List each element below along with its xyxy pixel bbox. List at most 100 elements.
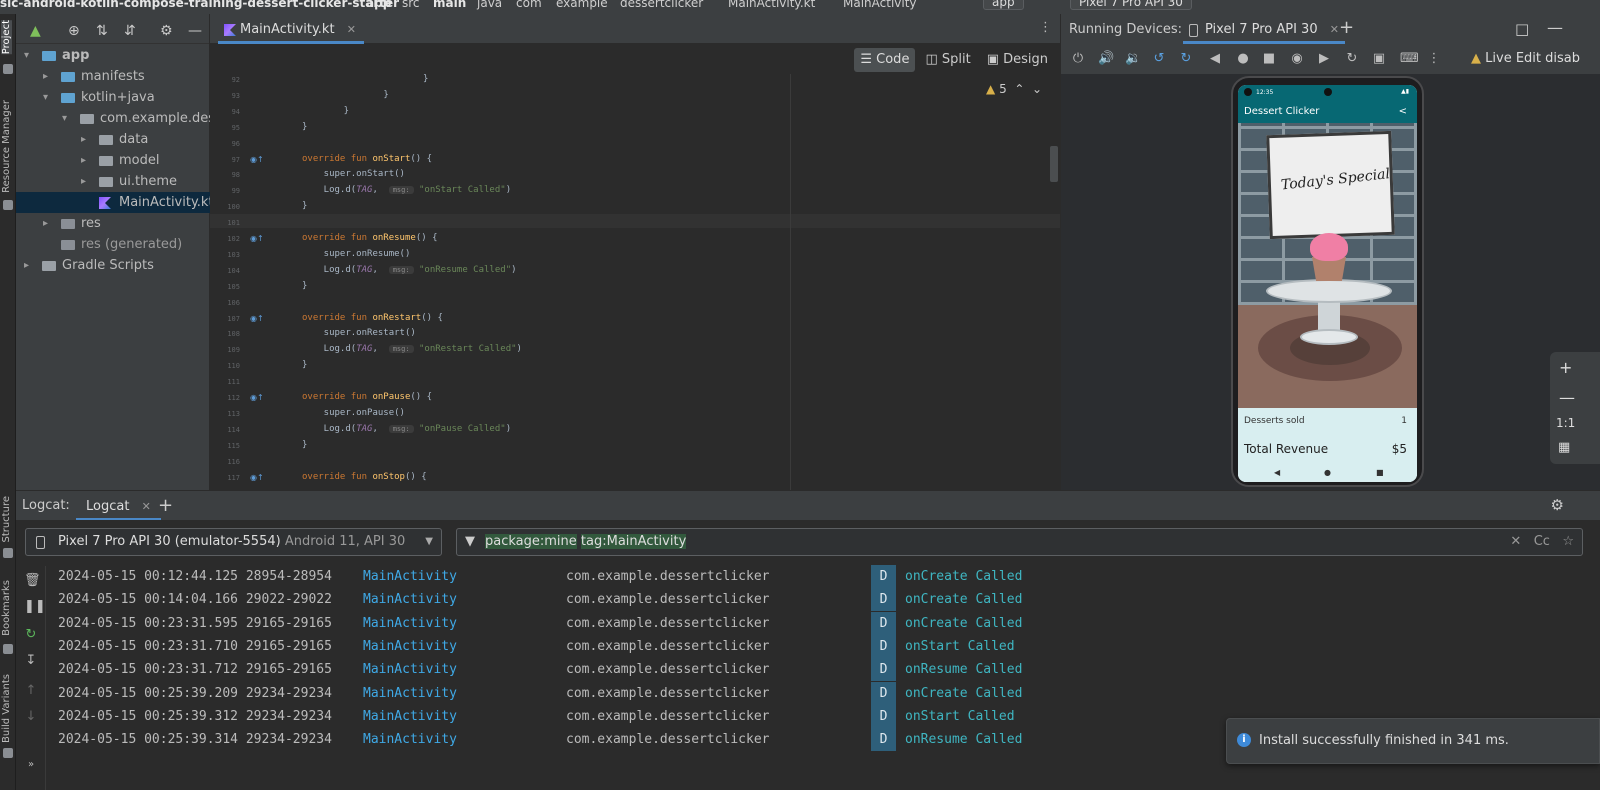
- device-tab[interactable]: Pixel 7 Pro API 30 ✕: [1183, 18, 1345, 44]
- pause-icon[interactable]: ❚❚: [24, 600, 46, 614]
- project-tool-button[interactable]: Project: [1, 20, 12, 55]
- more-icon[interactable]: ⋮: [1427, 52, 1441, 66]
- arrow-down-icon[interactable]: ↓: [24, 710, 38, 724]
- breadcrumb-project[interactable]: sic-android-kotlin-compose-training-dess…: [0, 0, 399, 9]
- run-config-selector[interactable]: app: [983, 0, 1024, 10]
- breadcrumb-main[interactable]: main: [433, 0, 466, 9]
- resource-manager-tool-button[interactable]: Resource Manager: [1, 100, 12, 193]
- home-icon[interactable]: ●: [1236, 52, 1250, 66]
- override-marker-icon[interactable]: ◉↑: [250, 314, 264, 323]
- breadcrumb-src[interactable]: src: [402, 0, 420, 9]
- nav-home-icon[interactable]: ●: [1324, 468, 1331, 477]
- gear-icon[interactable]: ⚙: [160, 23, 173, 39]
- chevron-right-icon[interactable]: ▸: [24, 255, 29, 276]
- tree-item[interactable]: ▾ kotlin+java: [16, 87, 210, 108]
- keyboard-icon[interactable]: ⌨: [1400, 52, 1419, 66]
- breadcrumb-java[interactable]: java: [477, 0, 502, 9]
- add-logcat-tab-icon[interactable]: +: [158, 495, 173, 516]
- chevron-down-icon[interactable]: ▾: [43, 87, 48, 108]
- close-icon[interactable]: ✕: [142, 500, 151, 513]
- zoom-in-icon[interactable]: +: [1559, 358, 1572, 377]
- more-tools-icon[interactable]: »: [24, 758, 38, 772]
- tree-item[interactable]: ▾ com.example.desse: [16, 108, 230, 129]
- logcat-tab[interactable]: Logcat ✕: [76, 495, 161, 521]
- editor-tab-mainactivity[interactable]: MainActivity.kt ✕: [218, 18, 364, 44]
- add-device-icon[interactable]: +: [1339, 17, 1354, 38]
- warnings-indicator[interactable]: ▲ 5 ⌃ ⌄: [986, 82, 1042, 96]
- nav-back-icon[interactable]: ◀: [1274, 468, 1280, 477]
- override-marker-icon[interactable]: ◉↑: [250, 393, 264, 402]
- clear-filter-icon[interactable]: ✕: [1510, 534, 1521, 549]
- logcat-device-select[interactable]: Pixel 7 Pro API 30 (emulator-5554) Andro…: [25, 528, 442, 556]
- log-row[interactable]: 2024-05-15 00:23:31.595 29165-29165 MainA…: [46, 611, 1600, 635]
- design-mode-button[interactable]: ▣ Design: [981, 48, 1054, 72]
- arrow-up-icon[interactable]: ↑: [24, 684, 38, 698]
- tree-item[interactable]: res (generated): [16, 234, 210, 255]
- android-icon[interactable]: ▲: [30, 23, 41, 39]
- close-icon[interactable]: ✕: [1330, 23, 1339, 36]
- override-marker-icon[interactable]: ◉↑: [250, 234, 264, 243]
- log-row[interactable]: 2024-05-15 00:23:31.712 29165-29165 MainA…: [46, 658, 1600, 682]
- tree-item[interactable]: ▸ model: [16, 150, 210, 171]
- override-marker-icon[interactable]: ◉↑: [250, 473, 264, 482]
- nav-overview-icon[interactable]: ■: [1376, 468, 1384, 477]
- expand-all-icon[interactable]: ⇅: [96, 23, 108, 39]
- breadcrumb-class[interactable]: MainActivity: [843, 0, 917, 9]
- cupcake-frosting[interactable]: [1310, 233, 1348, 261]
- log-row[interactable]: 2024-05-15 00:25:39.209 29234-29234 MainA…: [46, 681, 1600, 705]
- breadcrumb-file[interactable]: MainActivity.kt: [728, 0, 815, 9]
- fold-icon[interactable]: ▣: [1372, 52, 1386, 66]
- chevron-up-icon[interactable]: ⌃: [1014, 82, 1024, 96]
- override-marker-icon[interactable]: ◉↑: [250, 155, 264, 164]
- tree-item[interactable]: ▸ manifests: [16, 66, 210, 87]
- tree-item[interactable]: MainActivity.kt: [16, 192, 214, 213]
- chevron-down-icon[interactable]: ▾: [62, 108, 67, 129]
- chevron-right-icon[interactable]: ▸: [43, 66, 48, 87]
- back-icon[interactable]: ◀: [1208, 52, 1222, 66]
- phone-screen[interactable]: 12:35 ▲▮ Dessert Clicker < Today's Speci…: [1238, 85, 1417, 482]
- match-case-button[interactable]: Cc: [1534, 534, 1550, 549]
- structure-tool-button[interactable]: Structure: [1, 496, 12, 543]
- chevron-right-icon[interactable]: ▸: [81, 129, 86, 150]
- close-icon[interactable]: ✕: [347, 23, 356, 36]
- camera-icon[interactable]: ◉: [1290, 52, 1304, 66]
- volume-down-icon[interactable]: 🔉: [1125, 52, 1141, 66]
- log-row[interactable]: 2024-05-15 00:14:04.166 29022-29022 MainA…: [46, 588, 1600, 612]
- power-icon[interactable]: ⏻: [1071, 52, 1085, 66]
- volume-up-icon[interactable]: 🔊: [1098, 52, 1114, 66]
- tree-item[interactable]: ▾ app: [16, 45, 210, 66]
- favorite-icon[interactable]: ☆: [1562, 534, 1574, 549]
- editor-scrollbar[interactable]: [1050, 146, 1058, 182]
- logcat-filter-input[interactable]: ▼ package:mine tag:MainActivity ✕ Cc ☆: [456, 528, 1583, 556]
- breadcrumb-dessertclicker[interactable]: dessertclicker: [620, 0, 703, 9]
- code-editor[interactable]: ☰ Code ◫ Split ▣ Design ▲ 5 ⌃ ⌄ 92 } 93 }…: [210, 44, 1060, 490]
- tree-item[interactable]: ▸ res: [16, 213, 210, 234]
- minimize-icon[interactable]: —: [1547, 18, 1563, 37]
- tree-item[interactable]: ▸ data: [16, 129, 210, 150]
- trash-icon[interactable]: 🗑: [24, 574, 41, 588]
- more-icon[interactable]: ⋮: [1039, 20, 1052, 35]
- chevron-down-icon[interactable]: ⌄: [1032, 82, 1042, 96]
- tree-item[interactable]: ▸ Gradle Scripts: [16, 255, 210, 276]
- locate-icon[interactable]: ⊕: [68, 23, 80, 39]
- chevron-right-icon[interactable]: ▸: [81, 171, 86, 192]
- install-notification[interactable]: i Install successfully finished in 341 m…: [1226, 718, 1600, 764]
- device-selector[interactable]: Pixel 7 Pro API 30: [1070, 0, 1192, 10]
- collapse-all-icon[interactable]: ⇵: [124, 23, 136, 39]
- window-icon[interactable]: □: [1515, 20, 1529, 38]
- record-icon[interactable]: ▶: [1317, 52, 1331, 66]
- share-icon[interactable]: <: [1399, 101, 1407, 123]
- split-mode-button[interactable]: ◫ Split: [919, 48, 976, 72]
- snapshot-icon[interactable]: ↻: [1345, 52, 1359, 66]
- restart-icon[interactable]: ↻: [24, 628, 38, 642]
- breadcrumb-example[interactable]: example: [556, 0, 608, 9]
- build-variants-tool-button[interactable]: Build Variants: [1, 674, 12, 743]
- log-row[interactable]: 2024-05-15 00:23:31.710 29165-29165 MainA…: [46, 634, 1600, 658]
- fit-screen-icon[interactable]: ▦: [1558, 440, 1570, 455]
- rotate-left-icon[interactable]: ↺: [1152, 52, 1166, 66]
- zoom-actual-size[interactable]: 1:1: [1556, 416, 1575, 430]
- filter-icon[interactable]: ▼: [465, 529, 475, 555]
- chevron-right-icon[interactable]: ▸: [43, 213, 48, 234]
- log-row[interactable]: 2024-05-15 00:12:44.125 28954-28954 MainA…: [46, 565, 1600, 588]
- overview-icon[interactable]: ■: [1262, 52, 1276, 66]
